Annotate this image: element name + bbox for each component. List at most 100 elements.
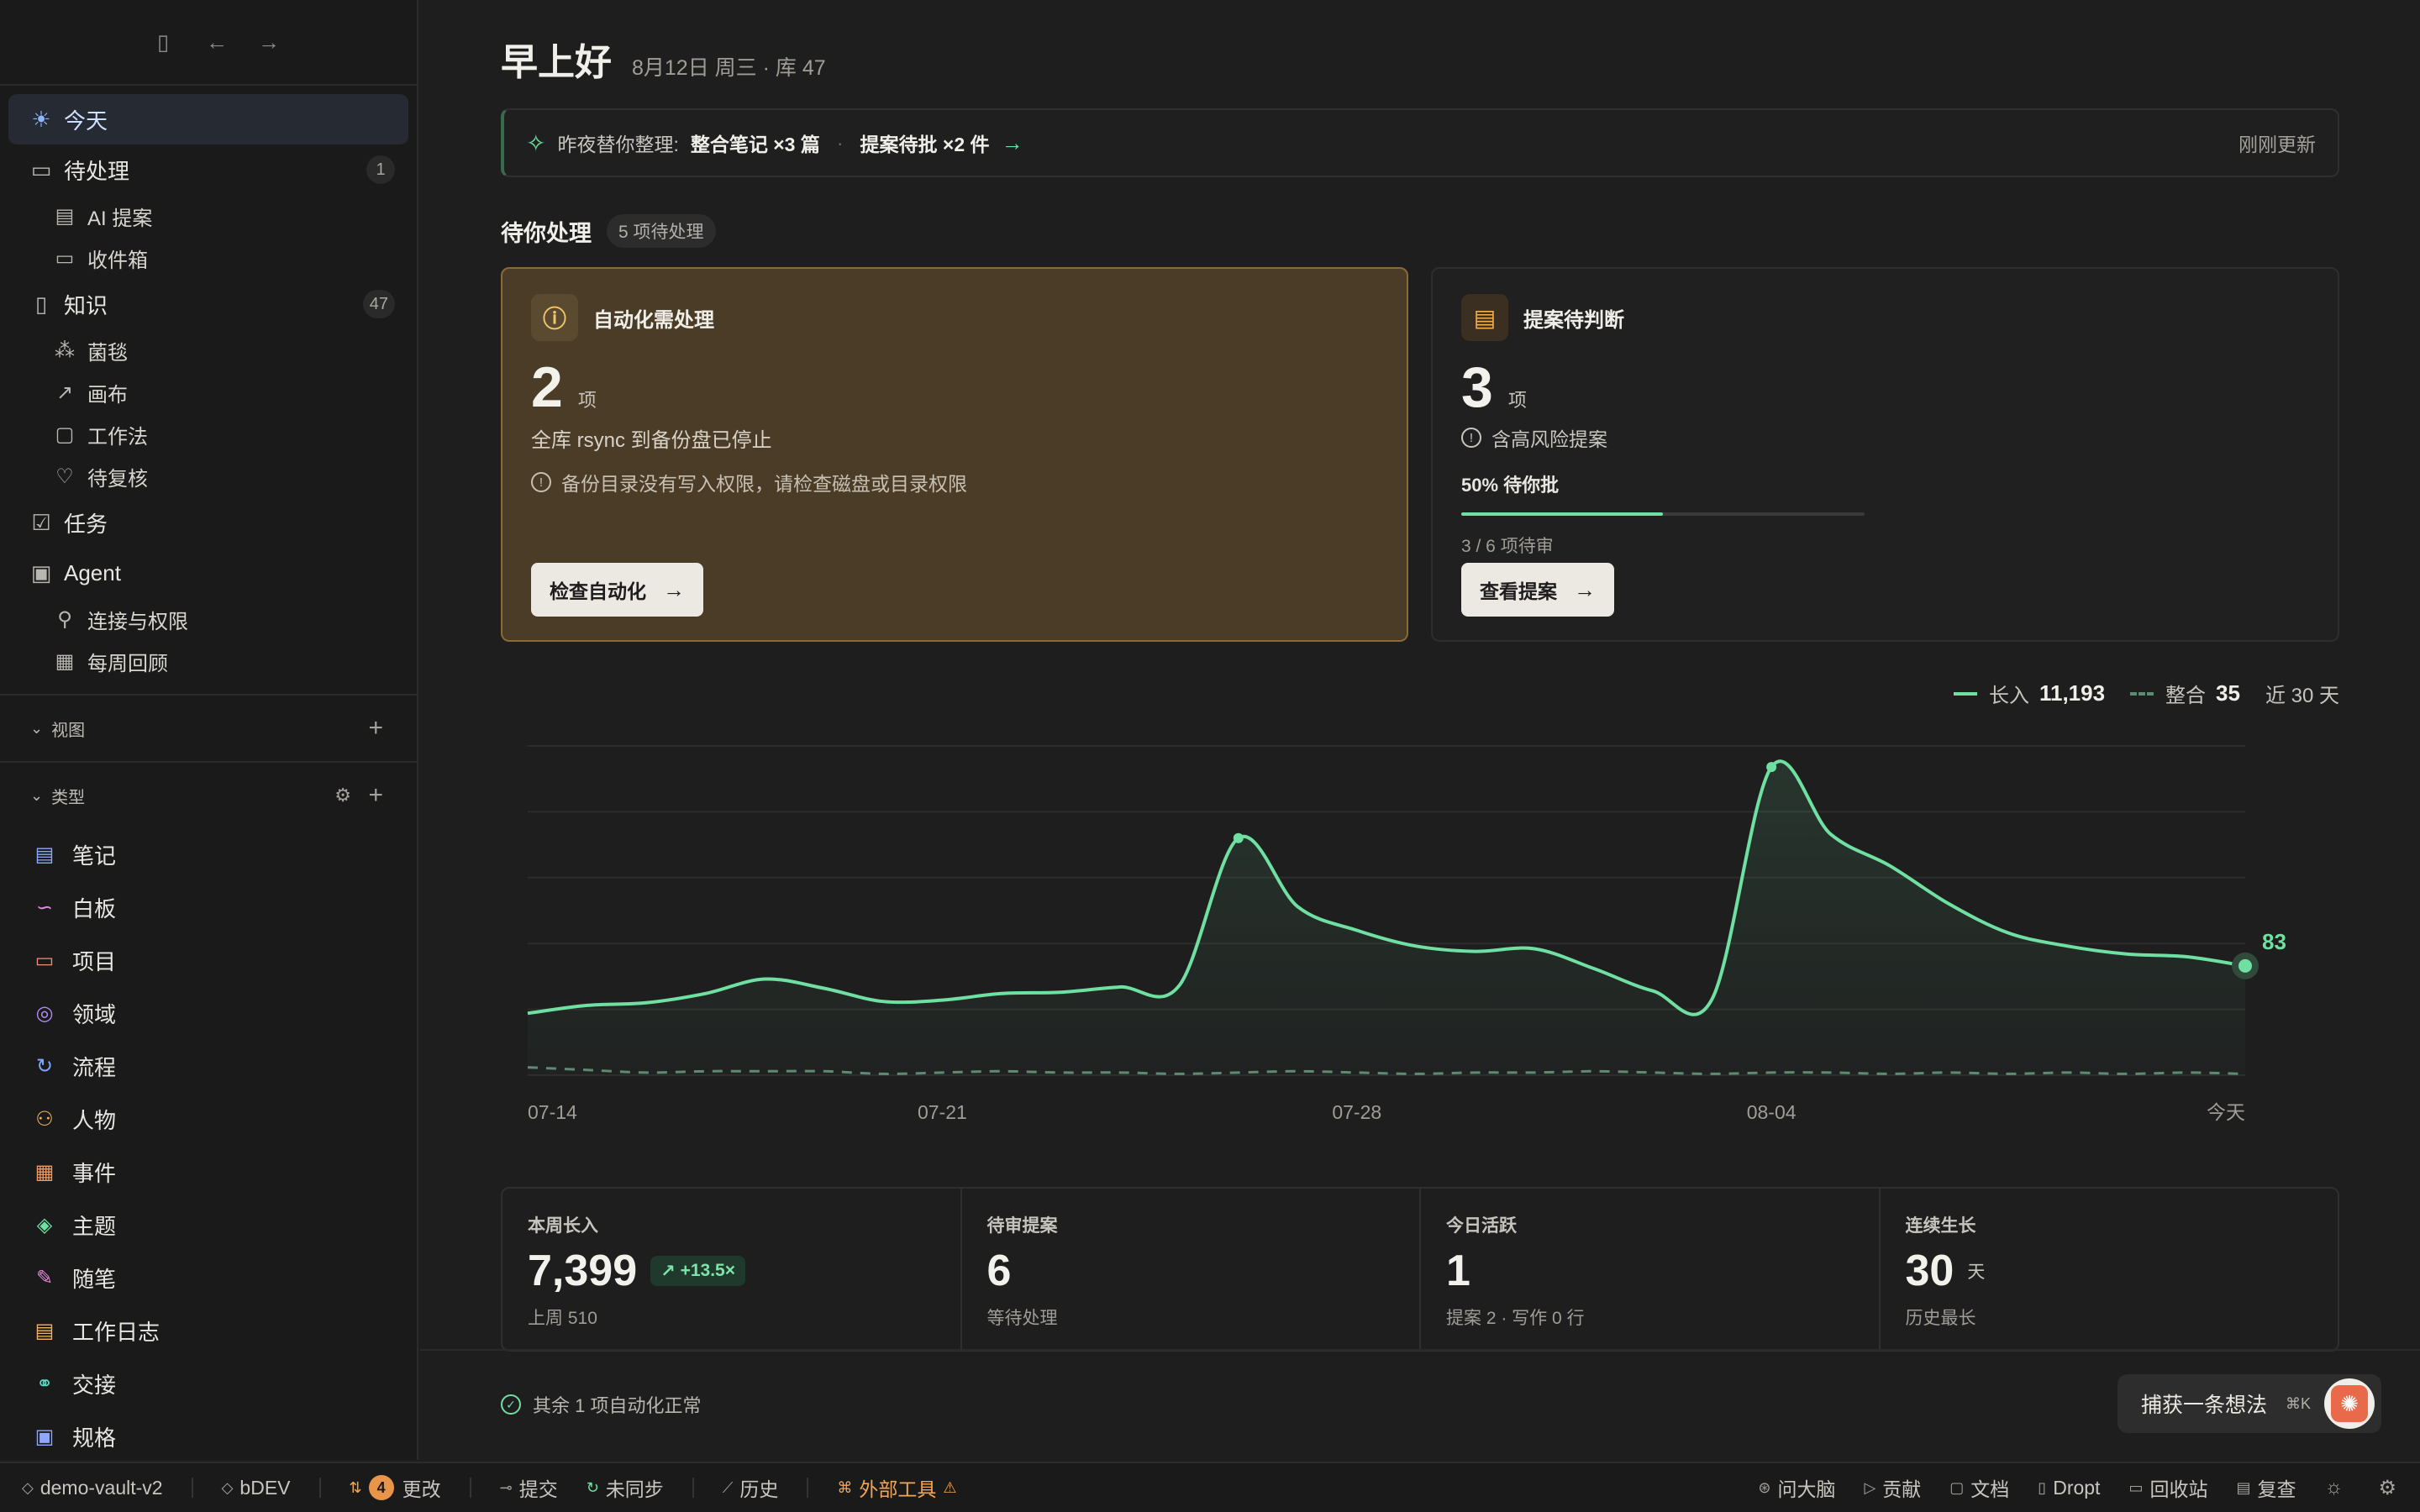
changes-button[interactable]: ⇅ 4 更改 — [350, 1473, 441, 1502]
clipboard-icon: ▤ — [2236, 1478, 2251, 1496]
legend-range[interactable]: 近 30 天 — [2265, 679, 2339, 708]
network-icon: ⁂ — [55, 339, 75, 362]
nav-methods[interactable]: ▢ 工作法 — [0, 413, 417, 455]
end-point — [2238, 958, 2252, 973]
types-section-header[interactable]: ⌄ 类型 ⚙ + — [0, 761, 417, 828]
clipboard-icon: ▤ — [55, 204, 75, 228]
type-label: 规格 — [72, 1425, 117, 1451]
commit-button[interactable]: ⊸ 提交 — [500, 1473, 558, 1502]
capture-label: 捕获一条想法 — [2140, 1394, 2267, 1417]
forward-arrow-icon[interactable]: → — [257, 30, 281, 54]
knowledge-count-badge: 47 — [362, 290, 395, 318]
stat-label: 待审提案 — [986, 1216, 1058, 1236]
nav-tasks[interactable]: ☑ 任务 — [0, 497, 417, 548]
checkbox-icon: ☑ — [31, 509, 51, 535]
ask-brain-button[interactable]: ⊛ 问大脑 — [1758, 1473, 1835, 1502]
nav-label: 工作法 — [87, 425, 148, 449]
filter-settings-icon[interactable]: ⚙ — [334, 785, 351, 806]
document-icon: ▤ — [1461, 294, 1508, 341]
book-icon: ▢ — [55, 423, 75, 446]
nav-label: 收件箱 — [87, 249, 148, 272]
capture-idea-button[interactable]: 捕获一条想法 ⌘K ✺ — [2117, 1374, 2381, 1433]
type-item[interactable]: ▭ 项目 — [0, 934, 417, 987]
phone-icon: ▯ — [2038, 1478, 2047, 1496]
nav-pending[interactable]: ▭ 待处理 1 — [0, 144, 417, 195]
assistant-avatar[interactable]: ✺ — [2324, 1378, 2375, 1429]
external-tools-button[interactable]: ⌘ 外部工具 ⚠ — [837, 1473, 956, 1502]
type-label: 流程 — [72, 1055, 117, 1080]
arrow-right-icon[interactable]: → — [1002, 130, 1023, 156]
history-button[interactable]: ⟋ 历史 — [723, 1473, 779, 1502]
docs-button[interactable]: ▢ 文档 — [1949, 1473, 2009, 1502]
greeting-title: 早上好 — [501, 42, 612, 83]
check-automation-button[interactable]: 检查自动化 → — [531, 563, 703, 617]
unsynced-button[interactable]: ↻ 未同步 — [587, 1473, 664, 1502]
stat-today-active: 今日活跃 1 提案 2 · 写作 0 行 — [1421, 1189, 1881, 1350]
type-item[interactable]: ◈ 主题 — [0, 1199, 417, 1252]
type-item[interactable]: ▦ 事件 — [0, 1146, 417, 1199]
nav-connections[interactable]: ⚲ 连接与权限 — [0, 598, 417, 640]
views-section-header[interactable]: ⌄ 视图 + — [0, 694, 417, 761]
back-arrow-icon[interactable]: ← — [205, 30, 229, 54]
type-item[interactable]: ↻ 流程 — [0, 1040, 417, 1093]
statusbar-right-label: 贡献 — [1882, 1478, 1922, 1500]
trash-icon: ▭ — [2128, 1478, 2144, 1496]
nav-label: 今天 — [64, 108, 108, 134]
starburst-icon: ✺ — [2331, 1385, 2368, 1422]
type-item[interactable]: ✎ 随笔 — [0, 1252, 417, 1305]
stat-pending-proposals: 待审提案 6 等待处理 — [962, 1189, 1421, 1350]
nav-ai-proposals[interactable]: ▤ AI 提案 — [0, 195, 417, 237]
stat-weekly-growth: 本周长入 7,399 ↗ +13.5× 上周 510 — [502, 1189, 962, 1350]
type-item[interactable]: ⚇ 人物 — [0, 1093, 417, 1146]
type-item[interactable]: ⚭ 交接 — [0, 1357, 417, 1410]
bookmark-icon: ▷ — [1864, 1478, 1876, 1496]
delta-value: +13.5× — [680, 1261, 735, 1280]
stat-sub: 历史最长 — [1905, 1309, 1976, 1328]
automation-count: 2 — [531, 355, 563, 419]
sidebar: ▯ ← → ☀ 今天 ▭ 待处理 1 ▤ AI 提案 ▭ 收件箱 ▯ 知识 47… — [0, 0, 418, 1460]
theme-toggle[interactable]: ☼ — [2324, 1476, 2349, 1499]
nav-canvas[interactable]: ↗ 画布 — [0, 371, 417, 413]
nav-mycelium[interactable]: ⁂ 菌毯 — [0, 329, 417, 371]
nav-knowledge[interactable]: ▯ 知识 47 — [0, 279, 417, 329]
add-view-icon[interactable]: + — [368, 714, 383, 743]
type-item[interactable]: ∽ 白板 — [0, 881, 417, 934]
nav-label: AI 提案 — [87, 207, 153, 230]
automation-detail: 备份目录没有写入权限，请检查磁盘或目录权限 — [561, 473, 967, 495]
nav-review[interactable]: ♡ 待复核 — [0, 455, 417, 497]
type-item[interactable]: ◎ 领域 — [0, 987, 417, 1040]
info-icon: ! — [1461, 428, 1481, 448]
nav-agent[interactable]: ▣ Agent — [0, 548, 417, 598]
nav-label: 菌毯 — [87, 341, 128, 365]
changes-label: 更改 — [402, 1478, 441, 1500]
refresh-icon: ↻ — [35, 1055, 54, 1078]
type-item[interactable]: ▣ 规格 — [0, 1410, 417, 1463]
card-title: 自动化需处理 — [593, 308, 714, 332]
progress-bar — [1461, 512, 1865, 516]
legend-value-growth: 11,193 — [2039, 680, 2106, 706]
type-label: 主题 — [72, 1214, 117, 1239]
vault-selector[interactable]: ◇ demo-vault-v2 — [22, 1477, 163, 1499]
nav-inbox[interactable]: ▭ 收件箱 — [0, 237, 417, 279]
dropt-button[interactable]: ▯ Dropt — [2038, 1477, 2100, 1499]
automation-message: 全库 rsync 到备份盘已停止 — [531, 429, 772, 452]
recheck-button[interactable]: ▤ 复查 — [2236, 1473, 2296, 1502]
type-item[interactable]: ▤ 笔记 — [0, 828, 417, 881]
divider — [420, 1349, 2420, 1351]
view-proposals-button[interactable]: 查看提案 → — [1461, 563, 1614, 617]
overnight-summary-banner[interactable]: ✧ 昨夜替你整理: 整合笔记 ×3 篇 · 提案待批 ×2 件 → 刚刚更新 — [501, 108, 2339, 177]
contribute-button[interactable]: ▷ 贡献 — [1864, 1473, 1921, 1502]
type-item[interactable]: ▤ 工作日志 — [0, 1305, 417, 1357]
commit-label: 提交 — [518, 1478, 558, 1500]
commit-icon: ⊸ — [499, 1478, 513, 1496]
add-type-icon[interactable]: + — [368, 781, 383, 810]
trash-button[interactable]: ▭ 回收站 — [2128, 1473, 2207, 1502]
nav-weekly-review[interactable]: ▦ 每周回顾 — [0, 640, 417, 682]
type-label: 工作日志 — [72, 1320, 160, 1345]
legend-swatch-growth — [1953, 691, 1977, 696]
stat-value: 1 — [1446, 1247, 1470, 1295]
sidebar-toggle-icon[interactable]: ▯ — [151, 30, 175, 54]
nav-today[interactable]: ☀ 今天 — [8, 94, 408, 144]
branch-selector[interactable]: ◇ bDEV — [222, 1477, 291, 1499]
settings-button[interactable]: ⚙ — [2378, 1476, 2403, 1500]
